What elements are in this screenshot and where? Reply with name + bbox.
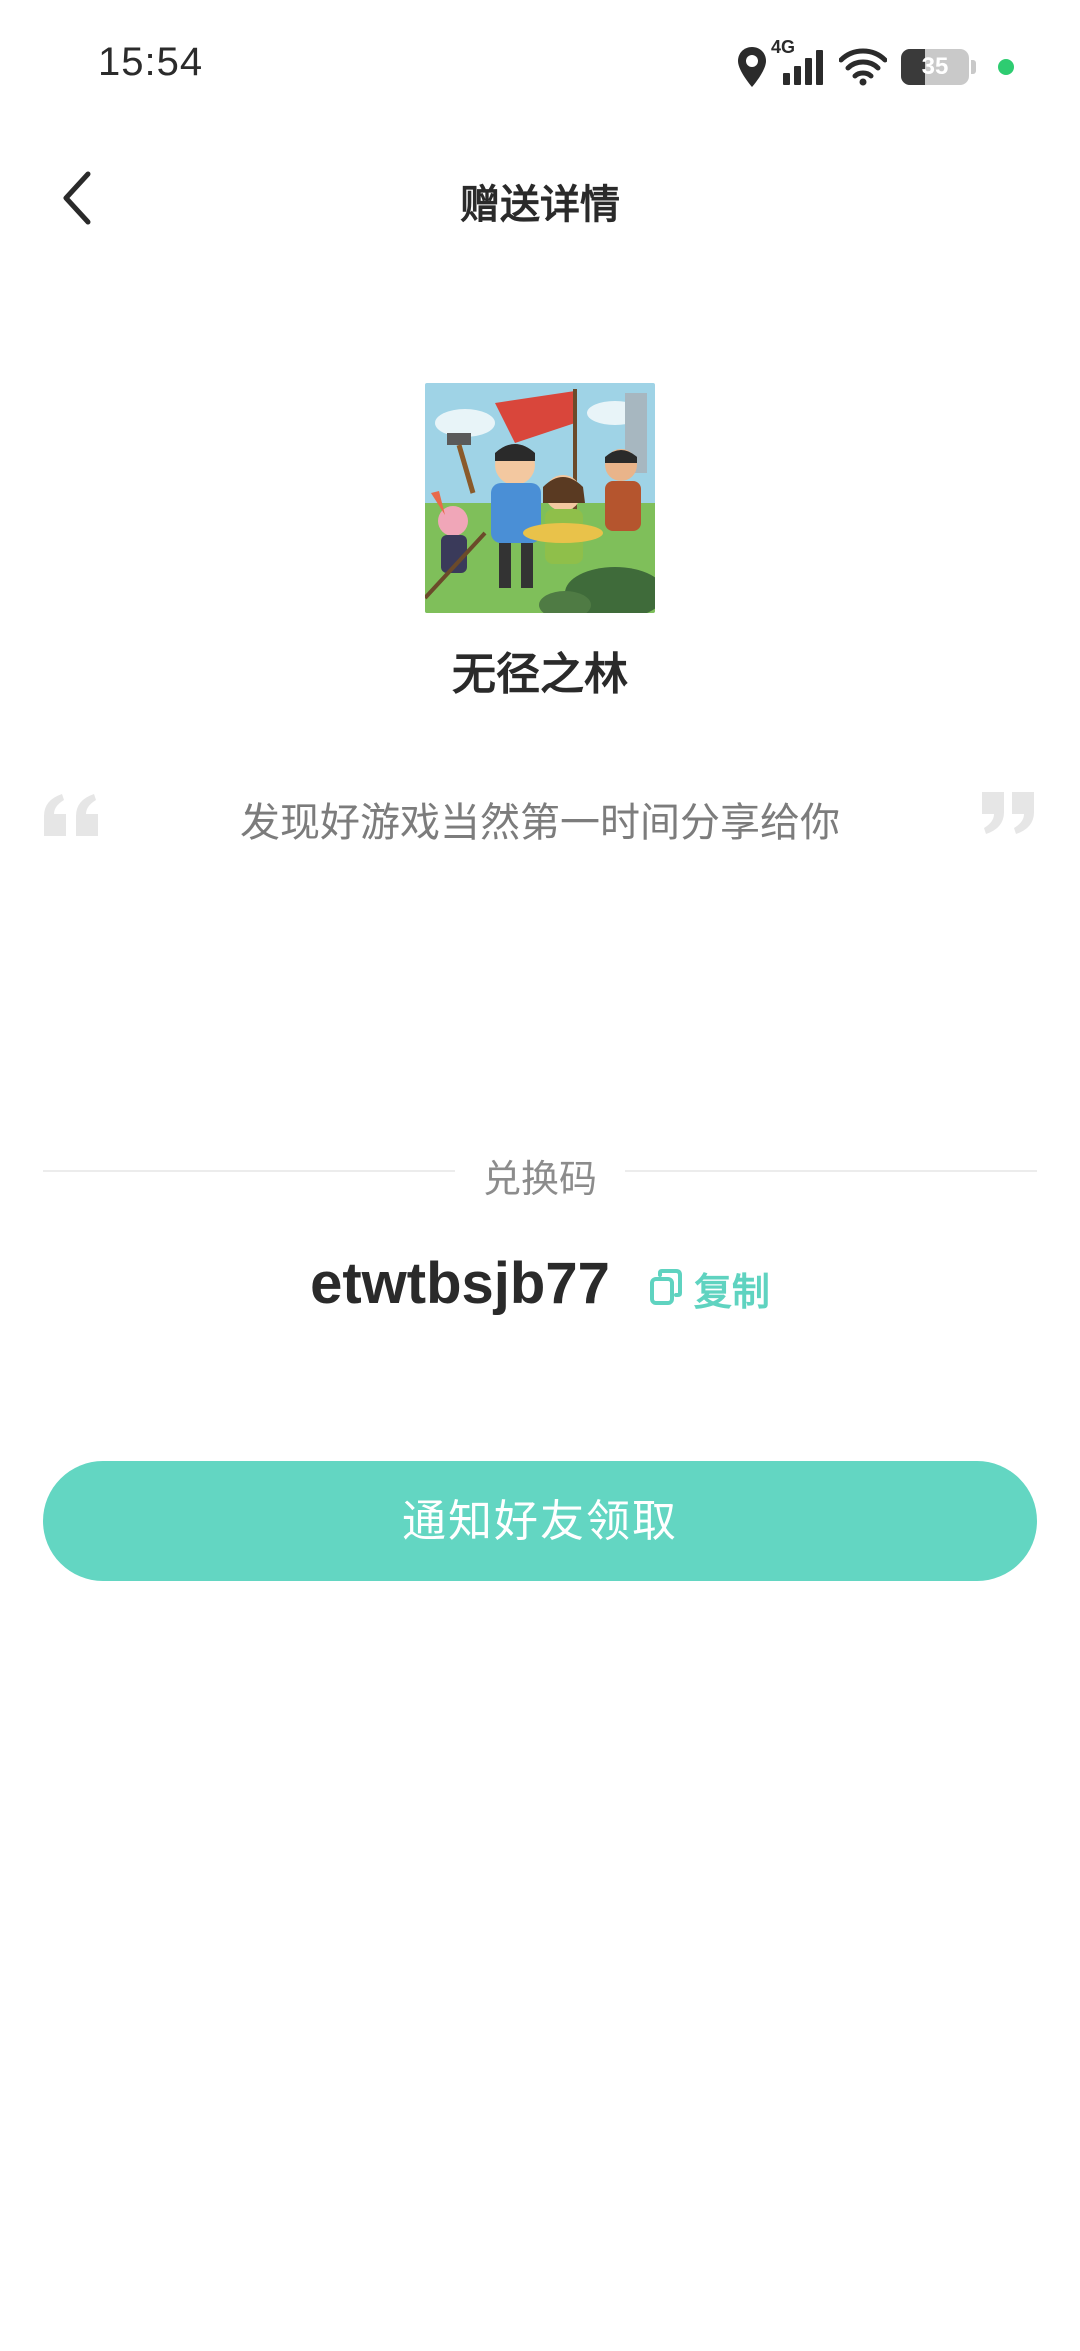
copy-label: 复制 bbox=[693, 1270, 770, 1314]
notify-friend-button[interactable]: 通知好友领取 bbox=[43, 1461, 1037, 1581]
share-message: 发现好游戏当然第一时间分享给你 bbox=[240, 800, 840, 846]
battery-icon: 35 bbox=[901, 49, 969, 85]
redeem-code-value: etwtbsjb77 bbox=[310, 1251, 610, 1316]
battery-level: 35 bbox=[921, 53, 949, 80]
redeem-code-row: etwtbsjb77 复制 bbox=[0, 1250, 1080, 1317]
copy-button[interactable]: 复制 bbox=[646, 1261, 770, 1316]
battery-cap bbox=[971, 60, 976, 74]
redeem-code-label: 兑换码 bbox=[482, 1157, 597, 1201]
active-indicator-dot bbox=[998, 59, 1014, 75]
location-icon bbox=[737, 46, 767, 88]
game-cover-image bbox=[425, 383, 655, 613]
status-time: 15:54 bbox=[98, 40, 204, 84]
close-quote-icon bbox=[978, 792, 1038, 840]
status-bar: 15:54 4G 35 bbox=[0, 0, 1080, 140]
status-icons: 4G 35 bbox=[737, 37, 1014, 92]
network-type-label: 4G bbox=[771, 37, 796, 57]
header: 赠送详情 bbox=[0, 150, 1080, 250]
cellular-signal-icon: 4G bbox=[771, 37, 825, 87]
wifi-icon bbox=[839, 48, 887, 86]
divider-right bbox=[625, 1170, 1037, 1172]
page-title: 赠送详情 bbox=[460, 182, 620, 228]
copy-icon bbox=[646, 1267, 686, 1311]
game-title: 无径之林 bbox=[452, 649, 628, 700]
